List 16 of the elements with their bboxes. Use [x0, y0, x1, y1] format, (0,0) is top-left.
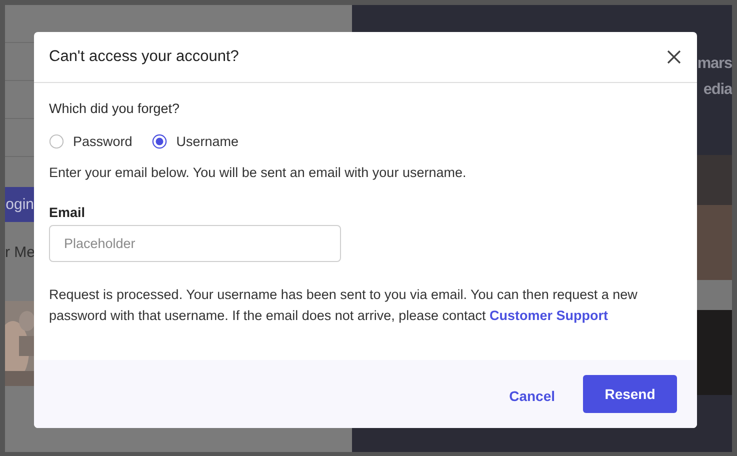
remember-label: r Me [5, 244, 35, 261]
resend-button[interactable]: Resend [583, 375, 677, 413]
instruction-text: Enter your email below. You will be sent an email with your username. [49, 165, 468, 180]
email-label: Email [49, 205, 86, 220]
dialog-title: Can't access your account? [49, 48, 239, 66]
hero-heading-line: edia [703, 81, 732, 99]
radio-option[interactable]: Username [152, 134, 239, 149]
login-button[interactable]: ogin [5, 187, 34, 222]
status-message: Request is processed. Your username has been sent to you via email. You can then request a new password with that username. If the email does not arrive, please contact Customer Support [49, 286, 638, 325]
radio-option[interactable]: Password [49, 134, 132, 149]
support-link[interactable]: Customer Support [490, 308, 608, 323]
question-text: Which did you forget? [49, 101, 181, 116]
hero-heading-line: mars [697, 55, 732, 73]
email-field[interactable]: Placeholder [49, 225, 341, 262]
cancel-button[interactable]: Cancel [509, 388, 555, 404]
close-icon[interactable] [667, 50, 681, 64]
